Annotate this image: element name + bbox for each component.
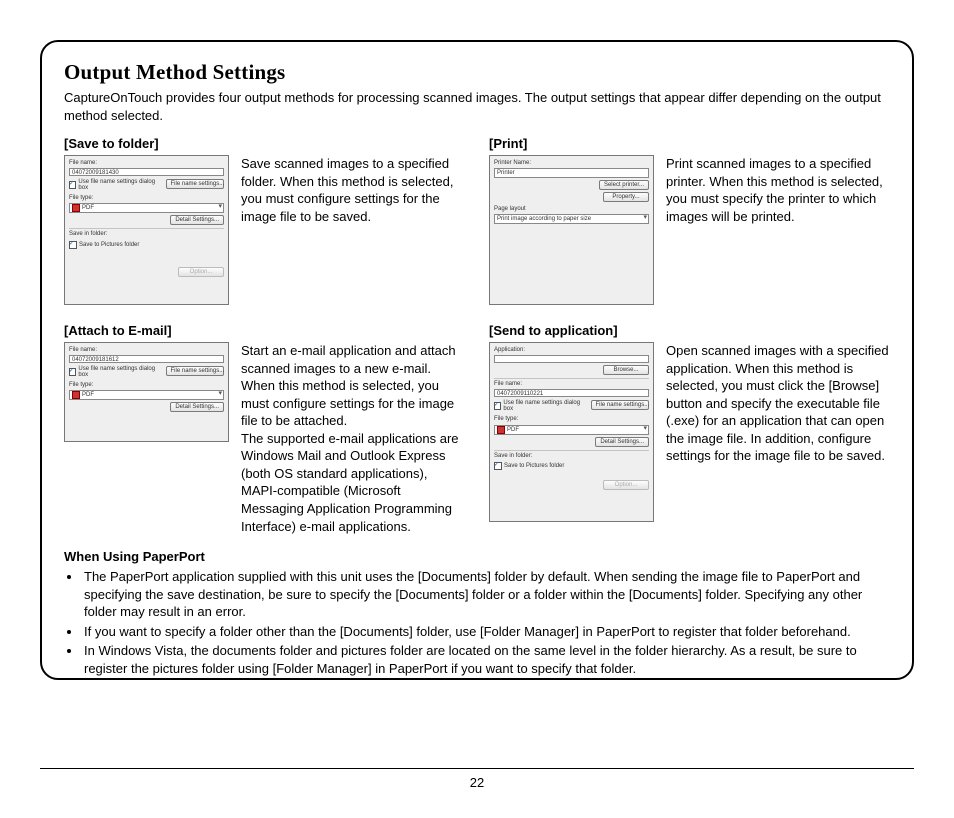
email-filetype-label: File type: <box>69 382 224 389</box>
print-row: Printer Name: Printer Select printer... … <box>489 155 890 305</box>
print-panel: Printer Name: Printer Select printer... … <box>489 155 654 305</box>
send-filename-input[interactable]: 04072009110221 <box>494 389 649 397</box>
page-layout-value: Print image according to paper size <box>497 215 591 223</box>
send-detail-settings-button[interactable]: Detail Settings... <box>595 437 649 447</box>
save-panel: File name: 04072009181430 Use file name … <box>64 155 229 305</box>
send-row: Application: Browse... File name: 040720… <box>489 342 890 522</box>
send-pictures-label: Save to Pictures folder <box>504 463 564 469</box>
send-desc: Open scanned images with a specified app… <box>666 342 890 465</box>
send-pictures-checkbox[interactable]: Save to Pictures folder <box>494 462 649 470</box>
save-option-button[interactable]: Option... <box>178 267 224 277</box>
checkbox-icon <box>494 462 502 470</box>
page-number: 22 <box>470 775 484 790</box>
save-filename-label: File name: <box>69 160 224 167</box>
intro-text: CaptureOnTouch provides four output meth… <box>64 89 890 124</box>
email-heading: [Attach to E-mail] <box>64 323 465 338</box>
email-use-dialog-label: Use file name settings dialog box <box>78 366 157 378</box>
pdf-icon <box>497 426 505 434</box>
columns: [Save to folder] File name: 040720091814… <box>64 130 890 535</box>
send-heading: [Send to application] <box>489 323 890 338</box>
save-filetype-label: File type: <box>69 195 224 202</box>
send-use-dialog-checkbox[interactable]: Use file name settings dialog box <box>494 400 583 412</box>
send-filename-label: File name: <box>494 381 649 388</box>
send-option-button[interactable]: Option... <box>603 480 649 490</box>
save-use-dialog-label: Use file name settings dialog box <box>78 179 157 191</box>
email-detail-settings-button[interactable]: Detail Settings... <box>170 402 224 412</box>
printer-property-button[interactable]: Property... <box>603 192 649 202</box>
content-frame: Output Method Settings CaptureOnTouch pr… <box>40 40 914 680</box>
paperport-heading: When Using PaperPort <box>64 549 890 564</box>
save-filetype-value: PDF <box>82 204 94 212</box>
checkbox-icon <box>494 402 501 410</box>
pdf-icon <box>72 391 80 399</box>
printer-name-value: Printer <box>494 168 649 178</box>
manual-page: Output Method Settings CaptureOnTouch pr… <box>0 0 954 818</box>
save-detail-settings-button[interactable]: Detail Settings... <box>170 215 224 225</box>
save-filename-input[interactable]: 04072009181430 <box>69 168 224 176</box>
send-filetype-label: File type: <box>494 416 649 423</box>
save-use-dialog-checkbox[interactable]: Use file name settings dialog box <box>69 179 158 191</box>
pdf-icon <box>72 204 80 212</box>
save-filetype-select[interactable]: PDF <box>69 203 224 213</box>
page-layout-select[interactable]: Print image according to paper size <box>494 214 649 224</box>
email-panel: File name: 04072009181612 Use file name … <box>64 342 229 442</box>
send-panel: Application: Browse... File name: 040720… <box>489 342 654 522</box>
paperport-bullet-2: If you want to specify a folder other th… <box>82 623 890 641</box>
print-desc: Print scanned images to a specified prin… <box>666 155 890 225</box>
send-filename-settings-button[interactable]: File name settings... <box>591 400 649 410</box>
page-title: Output Method Settings <box>64 60 890 85</box>
send-use-dialog-label: Use file name settings dialog box <box>503 400 582 412</box>
print-heading: [Print] <box>489 136 890 151</box>
email-filetype-value: PDF <box>82 391 94 399</box>
paperport-bullet-3: In Windows Vista, the documents folder a… <box>82 642 890 677</box>
select-printer-button[interactable]: Select printer... <box>599 180 649 190</box>
email-desc: Start an e-mail application and attach s… <box>241 342 465 535</box>
page-layout-label: Page layout <box>494 206 649 213</box>
save-pictures-checkbox[interactable]: Save to Pictures folder <box>69 241 224 249</box>
browse-button[interactable]: Browse... <box>603 365 649 375</box>
checkbox-icon <box>69 241 77 249</box>
send-filetype-value: PDF <box>507 426 519 434</box>
send-save-in-label: Save in folder: <box>494 453 649 460</box>
printer-name-label: Printer Name: <box>494 160 649 167</box>
save-filename-settings-button[interactable]: File name settings... <box>166 179 224 189</box>
email-filename-label: File name: <box>69 347 224 354</box>
checkbox-icon <box>69 181 76 189</box>
send-filetype-select[interactable]: PDF <box>494 425 649 435</box>
save-desc: Save scanned images to a specified folde… <box>241 155 465 225</box>
page-footer: 22 <box>0 768 954 790</box>
email-use-dialog-checkbox[interactable]: Use file name settings dialog box <box>69 366 158 378</box>
right-column: [Print] Printer Name: Printer Select pri… <box>489 130 890 535</box>
left-column: [Save to folder] File name: 040720091814… <box>64 130 465 535</box>
checkbox-icon <box>69 368 76 376</box>
save-heading: [Save to folder] <box>64 136 465 151</box>
paperport-list: The PaperPort application supplied with … <box>64 568 890 677</box>
paperport-bullet-1: The PaperPort application supplied with … <box>82 568 890 621</box>
application-label: Application: <box>494 347 649 354</box>
save-row: File name: 04072009181430 Use file name … <box>64 155 465 305</box>
email-filename-settings-button[interactable]: File name settings... <box>166 366 224 376</box>
save-in-folder-label: Save in folder: <box>69 231 224 238</box>
application-input[interactable] <box>494 355 649 363</box>
email-filename-input[interactable]: 04072009181612 <box>69 355 224 363</box>
email-filetype-select[interactable]: PDF <box>69 390 224 400</box>
save-pictures-label: Save to Pictures folder <box>79 242 139 248</box>
email-row: File name: 04072009181612 Use file name … <box>64 342 465 535</box>
